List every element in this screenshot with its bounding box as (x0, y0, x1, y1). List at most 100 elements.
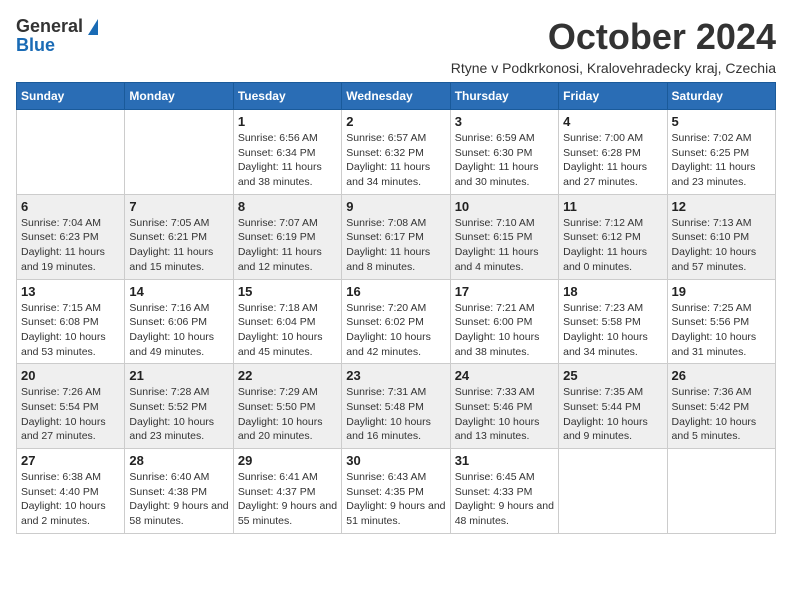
day-info: Sunrise: 6:41 AM Sunset: 4:37 PM Dayligh… (238, 470, 337, 529)
calendar-header-tuesday: Tuesday (233, 83, 341, 110)
calendar-cell (125, 110, 233, 195)
calendar-cell (17, 110, 125, 195)
day-number: 6 (21, 199, 120, 214)
day-number: 11 (563, 199, 662, 214)
calendar-cell: 17Sunrise: 7:21 AM Sunset: 6:00 PM Dayli… (450, 279, 558, 364)
day-info: Sunrise: 7:08 AM Sunset: 6:17 PM Dayligh… (346, 216, 445, 275)
day-info: Sunrise: 7:02 AM Sunset: 6:25 PM Dayligh… (672, 131, 771, 190)
title-section: October 2024 Rtyne v Podkrkonosi, Kralov… (451, 16, 776, 76)
calendar-header-thursday: Thursday (450, 83, 558, 110)
day-info: Sunrise: 7:21 AM Sunset: 6:00 PM Dayligh… (455, 301, 554, 360)
day-info: Sunrise: 7:20 AM Sunset: 6:02 PM Dayligh… (346, 301, 445, 360)
day-number: 26 (672, 368, 771, 383)
day-info: Sunrise: 7:36 AM Sunset: 5:42 PM Dayligh… (672, 385, 771, 444)
logo: General Blue (16, 16, 98, 56)
calendar-week-row: 1 Sunrise: 6:56 AM Sunset: 6:34 PM Daylig… (17, 110, 776, 195)
day-number: 4 (563, 114, 662, 129)
day-info: Sunrise: 7:12 AM Sunset: 6:12 PM Dayligh… (563, 216, 662, 275)
day-info: Sunrise: 6:59 AM Sunset: 6:30 PM Dayligh… (455, 131, 554, 190)
calendar-header-saturday: Saturday (667, 83, 775, 110)
calendar-cell: 13Sunrise: 7:15 AM Sunset: 6:08 PM Dayli… (17, 279, 125, 364)
day-info: Sunrise: 7:26 AM Sunset: 5:54 PM Dayligh… (21, 385, 120, 444)
logo-blue-text: Blue (16, 35, 55, 56)
day-number: 29 (238, 453, 337, 468)
calendar-week-row: 20 Sunrise: 7:26 AM Sunset: 5:54 PM Dayli… (17, 364, 776, 449)
day-info: Sunrise: 6:38 AM Sunset: 4:40 PM Dayligh… (21, 470, 120, 529)
day-info: Sunrise: 6:57 AM Sunset: 6:32 PM Dayligh… (346, 131, 445, 190)
day-number: 21 (129, 368, 228, 383)
day-number: 10 (455, 199, 554, 214)
calendar-cell: 30 Sunrise: 6:43 AM Sunset: 4:35 PM Dayli… (342, 449, 450, 534)
calendar-cell: 28Sunrise: 6:40 AM Sunset: 4:38 PM Dayli… (125, 449, 233, 534)
day-number: 1 (238, 114, 337, 129)
day-number: 23 (346, 368, 445, 383)
day-number: 5 (672, 114, 771, 129)
day-number: 28 (129, 453, 228, 468)
day-info: Sunrise: 7:05 AM Sunset: 6:21 PM Dayligh… (129, 216, 228, 275)
day-number: 30 (346, 453, 445, 468)
day-number: 15 (238, 284, 337, 299)
day-number: 25 (563, 368, 662, 383)
calendar-cell: 24 Sunrise: 7:33 AM Sunset: 5:46 PM Dayli… (450, 364, 558, 449)
calendar-cell: 5 Sunrise: 7:02 AM Sunset: 6:25 PM Daylig… (667, 110, 775, 195)
day-info: Sunrise: 7:15 AM Sunset: 6:08 PM Dayligh… (21, 301, 120, 360)
day-info: Sunrise: 6:43 AM Sunset: 4:35 PM Dayligh… (346, 470, 445, 529)
day-info: Sunrise: 7:23 AM Sunset: 5:58 PM Dayligh… (563, 301, 662, 360)
day-number: 14 (129, 284, 228, 299)
day-number: 16 (346, 284, 445, 299)
calendar-cell: 12 Sunrise: 7:13 AM Sunset: 6:10 PM Dayli… (667, 194, 775, 279)
calendar-cell: 7 Sunrise: 7:05 AM Sunset: 6:21 PM Daylig… (125, 194, 233, 279)
calendar-cell: 29 Sunrise: 6:41 AM Sunset: 4:37 PM Dayli… (233, 449, 341, 534)
calendar-cell: 1 Sunrise: 6:56 AM Sunset: 6:34 PM Daylig… (233, 110, 341, 195)
page-header: General Blue October 2024 Rtyne v Podkrk… (16, 16, 776, 76)
logo-triangle-icon (88, 19, 98, 35)
day-number: 20 (21, 368, 120, 383)
calendar-cell: 18Sunrise: 7:23 AM Sunset: 5:58 PM Dayli… (559, 279, 667, 364)
day-number: 8 (238, 199, 337, 214)
calendar-cell: 14 Sunrise: 7:16 AM Sunset: 6:06 PM Dayli… (125, 279, 233, 364)
calendar-header-monday: Monday (125, 83, 233, 110)
calendar-cell (667, 449, 775, 534)
day-number: 12 (672, 199, 771, 214)
day-number: 9 (346, 199, 445, 214)
calendar-cell: 4Sunrise: 7:00 AM Sunset: 6:28 PM Daylig… (559, 110, 667, 195)
day-info: Sunrise: 7:04 AM Sunset: 6:23 PM Dayligh… (21, 216, 120, 275)
calendar-cell: 22 Sunrise: 7:29 AM Sunset: 5:50 PM Dayli… (233, 364, 341, 449)
day-info: Sunrise: 7:07 AM Sunset: 6:19 PM Dayligh… (238, 216, 337, 275)
calendar-cell: 8 Sunrise: 7:07 AM Sunset: 6:19 PM Daylig… (233, 194, 341, 279)
day-info: Sunrise: 7:16 AM Sunset: 6:06 PM Dayligh… (129, 301, 228, 360)
day-number: 24 (455, 368, 554, 383)
day-info: Sunrise: 7:10 AM Sunset: 6:15 PM Dayligh… (455, 216, 554, 275)
calendar-cell: 19 Sunrise: 7:25 AM Sunset: 5:56 PM Dayli… (667, 279, 775, 364)
calendar-cell: 27Sunrise: 6:38 AM Sunset: 4:40 PM Dayli… (17, 449, 125, 534)
calendar-week-row: 13Sunrise: 7:15 AM Sunset: 6:08 PM Dayli… (17, 279, 776, 364)
day-info: Sunrise: 6:56 AM Sunset: 6:34 PM Dayligh… (238, 131, 337, 190)
month-title: October 2024 (451, 16, 776, 58)
day-number: 31 (455, 453, 554, 468)
day-number: 7 (129, 199, 228, 214)
day-info: Sunrise: 7:35 AM Sunset: 5:44 PM Dayligh… (563, 385, 662, 444)
location-subtitle: Rtyne v Podkrkonosi, Kralovehradecky kra… (451, 60, 776, 76)
calendar-week-row: 27Sunrise: 6:38 AM Sunset: 4:40 PM Dayli… (17, 449, 776, 534)
calendar-week-row: 6 Sunrise: 7:04 AM Sunset: 6:23 PM Daylig… (17, 194, 776, 279)
calendar-cell: 15Sunrise: 7:18 AM Sunset: 6:04 PM Dayli… (233, 279, 341, 364)
calendar-cell: 11 Sunrise: 7:12 AM Sunset: 6:12 PM Dayli… (559, 194, 667, 279)
calendar-table: SundayMondayTuesdayWednesdayThursdayFrid… (16, 82, 776, 534)
day-info: Sunrise: 7:33 AM Sunset: 5:46 PM Dayligh… (455, 385, 554, 444)
calendar-cell: 10 Sunrise: 7:10 AM Sunset: 6:15 PM Dayli… (450, 194, 558, 279)
day-number: 19 (672, 284, 771, 299)
calendar-cell: 26 Sunrise: 7:36 AM Sunset: 5:42 PM Dayli… (667, 364, 775, 449)
calendar-cell (559, 449, 667, 534)
logo-general-text: General (16, 16, 83, 37)
day-info: Sunrise: 7:25 AM Sunset: 5:56 PM Dayligh… (672, 301, 771, 360)
day-info: Sunrise: 7:29 AM Sunset: 5:50 PM Dayligh… (238, 385, 337, 444)
day-number: 22 (238, 368, 337, 383)
day-info: Sunrise: 7:13 AM Sunset: 6:10 PM Dayligh… (672, 216, 771, 275)
calendar-cell: 21 Sunrise: 7:28 AM Sunset: 5:52 PM Dayli… (125, 364, 233, 449)
day-info: Sunrise: 7:31 AM Sunset: 5:48 PM Dayligh… (346, 385, 445, 444)
calendar-cell: 16 Sunrise: 7:20 AM Sunset: 6:02 PM Dayli… (342, 279, 450, 364)
calendar-cell: 6 Sunrise: 7:04 AM Sunset: 6:23 PM Daylig… (17, 194, 125, 279)
calendar-cell: 25 Sunrise: 7:35 AM Sunset: 5:44 PM Dayli… (559, 364, 667, 449)
calendar-cell: 2Sunrise: 6:57 AM Sunset: 6:32 PM Daylig… (342, 110, 450, 195)
day-info: Sunrise: 7:28 AM Sunset: 5:52 PM Dayligh… (129, 385, 228, 444)
